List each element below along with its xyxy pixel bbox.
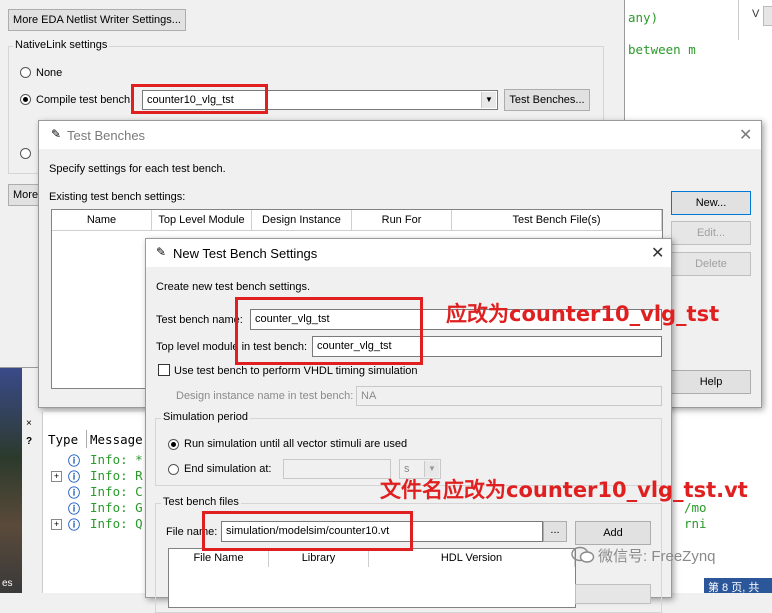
help-button[interactable]: Help [671,370,751,394]
side-label: es [2,578,13,589]
column-header[interactable]: Library [269,549,369,567]
existing-settings-label: Existing test bench settings: [49,191,186,203]
code-line: between m [628,42,696,57]
design-instance-input[interactable]: NA [356,386,662,406]
highlight-test-bench-names [235,297,423,365]
expand-icon[interactable]: + [51,471,62,482]
chevron-down-icon[interactable]: ▼ [481,92,496,108]
pencil-icon: ✎ [51,127,62,141]
info-icon: ⓘ [68,502,81,516]
add-button[interactable]: Add [575,521,651,545]
watermark-text: 微信号: FreeZynq [598,548,716,565]
info-icon: ⓘ [68,470,81,484]
column-header[interactable]: File Name [169,549,269,567]
end-time-input[interactable] [283,459,391,479]
message-line: Info: Q [90,516,143,531]
column-header[interactable]: Design Instance [252,210,352,230]
test-benches-title: Test Benches [67,128,146,143]
info-icon: ⓘ [68,486,81,500]
info-icon: ⓘ [68,454,81,468]
more-eda-netlist-button[interactable]: More EDA Netlist Writer Settings... [8,9,186,31]
column-header[interactable]: HDL Version [369,549,575,567]
vhdl-timing-checkbox[interactable] [158,364,170,376]
header-divider [52,230,662,231]
end-simulation-label: End simulation at: [184,463,272,475]
message-line: Info: G [90,500,143,515]
filter-icon[interactable]: ? [26,436,32,447]
design-instance-label: Design instance name in test bench: [176,390,354,402]
files-table[interactable]: File Name Library HDL Version [168,548,576,608]
column-header[interactable]: Name [52,210,152,230]
new-settings-description: Create new test bench settings. [156,281,311,293]
compile-test-bench-label: Compile test bench: [36,94,134,106]
end-simulation-radio[interactable] [168,464,179,475]
simulation-period-title: Simulation period [161,411,250,423]
close-icon[interactable]: × [26,418,32,429]
close-icon[interactable]: ✕ [651,243,664,263]
script-radio[interactable] [20,148,31,159]
background-image-strip [0,368,22,593]
test-benches-description: Specify settings for each test bench. [49,163,226,175]
new-button[interactable]: New... [671,191,751,215]
more-button[interactable]: More [8,184,42,206]
close-icon[interactable]: ✕ [739,125,752,145]
run-all-vectors-label: Run simulation until all vector stimuli … [184,438,408,450]
code-line: rni [684,516,707,531]
messages-col-message[interactable]: Message [90,432,143,447]
none-label: None [36,67,63,79]
test-benches-titlebar [39,121,761,149]
test-benches-button[interactable]: Test Benches... [504,89,590,111]
scrollbar[interactable] [763,6,772,26]
test-bench-name-label: Test bench name: [156,314,243,326]
chevron-down-icon[interactable]: V [752,8,759,20]
up-button[interactable] [575,584,651,604]
column-header[interactable]: Run For [352,210,452,230]
vhdl-timing-label: Use test bench to perform VHDL timing si… [174,365,418,377]
name-hint-annotation: 应改为counter10_vlg_tst [446,302,720,326]
message-line: Info: R [90,468,143,483]
pencil-icon: ✎ [156,245,167,259]
highlight-compile-test-bench [131,84,268,114]
file-hint-annotation: 文件名应改为counter10_vlg_tst.vt [380,478,748,502]
column-header[interactable]: Test Bench File(s) [452,210,662,230]
nativelink-title: NativeLink settings [13,39,110,51]
message-line: Info: C [90,484,143,499]
browse-button[interactable]: ... [543,521,567,542]
run-all-vectors-radio[interactable] [168,439,179,450]
new-test-bench-title: New Test Bench Settings [173,246,318,261]
message-line: Info: * [90,452,143,467]
column-header[interactable]: Top Level Module [152,210,252,230]
messages-header-divider [86,430,87,448]
edit-button[interactable]: Edit... [671,221,751,245]
none-radio[interactable] [20,67,31,78]
expand-icon[interactable]: + [51,519,62,530]
info-icon: ⓘ [68,518,81,532]
highlight-file-name [202,511,413,551]
wechat-logo-icon [571,546,595,564]
code-line: any) [628,10,659,25]
messages-col-type[interactable]: Type [48,432,78,447]
compile-test-bench-radio[interactable] [20,94,31,105]
delete-button[interactable]: Delete [671,252,751,276]
test-bench-files-title: Test bench files [161,496,241,508]
